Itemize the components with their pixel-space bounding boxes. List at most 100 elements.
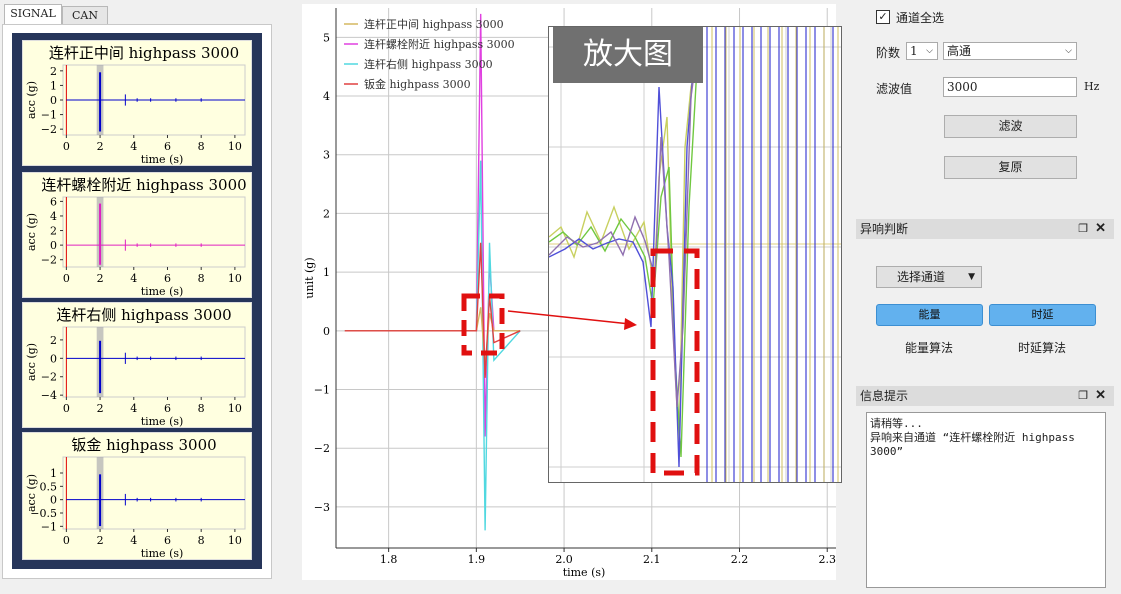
tab-can[interactable]: CAN <box>62 6 108 24</box>
x-tick-label: 2 <box>97 140 104 153</box>
y-tick-label: 2 <box>50 334 57 347</box>
y-tick-label: −3 <box>314 501 330 514</box>
x-tick-label: 2.2 <box>731 553 749 566</box>
energy-button[interactable]: 能量 <box>876 304 983 326</box>
y-axis-label: acc (g) <box>25 343 38 381</box>
y-tick-label: −1 <box>41 109 57 122</box>
filter-value-label: 滤波值 <box>876 82 913 96</box>
x-tick-label: 6 <box>164 272 171 285</box>
y-tick-label: −1 <box>314 384 330 397</box>
mini-plot-4: 钣金 highpass 3000 1 0.5 0 −0.5 −1 0 2 4 6 8 10 time (… <box>22 432 252 560</box>
x-tick-label: 2 <box>97 272 104 285</box>
mini-plot-title: 钣金 highpass 3000 <box>71 436 216 454</box>
mini-plot-title: 连杆正中间 highpass 3000 <box>49 44 239 62</box>
y-tick-label: 0 <box>50 352 57 365</box>
y-tick-label: 1 <box>50 467 57 480</box>
close-icon[interactable]: ✕ <box>1095 219 1106 239</box>
tab-signal[interactable]: SIGNAL <box>4 4 62 25</box>
x-tick-label: 2.0 <box>555 553 573 566</box>
x-tick-label: 2 <box>97 534 104 547</box>
channel-select-label: 选择通道 <box>897 270 946 284</box>
select-all-row[interactable]: ✓ 通道全选 <box>876 8 1106 28</box>
y-axis-label: acc (g) <box>25 81 38 119</box>
x-tick-label: 4 <box>130 534 137 547</box>
unit-label: Hz <box>1084 80 1100 93</box>
x-tick-label: 6 <box>164 140 171 153</box>
x-tick-label: 2.3 <box>818 553 836 566</box>
mini-plot-area <box>62 196 246 268</box>
restore-window-icon[interactable]: ❐ <box>1078 219 1088 239</box>
filter-type-select[interactable]: 高通 ⌵ <box>943 42 1077 60</box>
x-tick-label: 1.9 <box>468 553 486 566</box>
tab-bar: SIGNAL CAN <box>4 4 274 25</box>
filter-type-value: 高通 <box>947 44 972 58</box>
order-label: 阶数 <box>876 46 901 60</box>
y-tick-label: 2 <box>50 65 57 78</box>
channel-select[interactable]: 选择通道 ▼ <box>876 266 982 288</box>
legend-label: 钣金 highpass 3000 <box>364 77 471 91</box>
x-tick-label: 0 <box>63 402 70 415</box>
abnormal-dock-header: 异响判断 ❐ ✕ <box>856 219 1114 239</box>
y-axis-label: acc (g) <box>25 474 38 512</box>
x-tick-label: 4 <box>130 272 137 285</box>
y-tick-label: −1 <box>41 520 57 533</box>
mini-plot-1: 连杆正中间 highpass 3000 2 1 0 −1 −2 0 2 4 6 8 10 time (s… <box>22 40 252 166</box>
filter-value-text: 3000 <box>947 80 978 94</box>
order-select[interactable]: 1 ⌵ <box>906 42 938 60</box>
mini-plot-title: 连杆螺栓附近 highpass 3000 <box>41 176 246 194</box>
info-line: 异响来自通道 “连杆螺栓附近 highpass <box>870 431 1075 444</box>
zoom-trace <box>549 66 698 458</box>
select-all-label: 通道全选 <box>896 11 945 25</box>
x-tick-label: 4 <box>130 402 137 415</box>
x-tick-label: 0 <box>63 272 70 285</box>
x-tick-label: 10 <box>228 272 242 285</box>
filter-value-input[interactable]: 3000 <box>943 77 1077 97</box>
restore-window-icon[interactable]: ❐ <box>1078 386 1088 406</box>
x-axis-label: time (s) <box>141 547 184 560</box>
y-tick-label: 1 <box>323 266 330 279</box>
mini-plot-2: 连杆螺栓附近 highpass 3000 6 4 2 0 −2 0 2 4 6 8 10 time (s… <box>22 172 252 298</box>
legend-label: 连杆右侧 highpass 3000 <box>364 57 493 71</box>
checkbox-checked-icon[interactable]: ✓ <box>876 10 890 24</box>
info-line: 请稍等... <box>870 417 923 430</box>
y-tick-label: −2 <box>41 371 57 384</box>
mini-plot-area <box>62 326 246 398</box>
x-tick-label: 10 <box>228 534 242 547</box>
y-tick-label: 0 <box>50 94 57 107</box>
zoom-inset: 放大图 <box>548 26 842 483</box>
info-textbox[interactable]: 请稍等... 异响来自通道 “连杆螺栓附近 highpass 3000” <box>866 412 1106 588</box>
info-line: 3000” <box>870 445 904 458</box>
y-tick-label: 6 <box>50 195 57 208</box>
abnormal-dock-title: 异响判断 <box>860 222 909 236</box>
y-tick-label: 0 <box>50 494 57 507</box>
zoom-label: 放大图 <box>553 27 703 83</box>
delay-button[interactable]: 时延 <box>989 304 1096 326</box>
y-tick-label: 4 <box>323 90 330 103</box>
close-icon[interactable]: ✕ <box>1095 386 1106 406</box>
x-tick-label: 4 <box>130 140 137 153</box>
y-tick-label: 1 <box>50 79 57 92</box>
y-tick-label: 0 <box>50 239 57 252</box>
order-value: 1 <box>910 44 918 58</box>
y-tick-label: 2 <box>50 225 57 238</box>
zoom-trace <box>549 46 696 468</box>
restore-button[interactable]: 复原 <box>944 156 1077 179</box>
energy-algo-label: 能量算法 <box>905 341 954 355</box>
x-tick-label: 1.8 <box>380 553 398 566</box>
mini-plot-title: 连杆右侧 highpass 3000 <box>56 306 231 324</box>
x-tick-label: 8 <box>198 140 205 153</box>
x-tick-label: 2.1 <box>643 553 661 566</box>
x-tick-label: 6 <box>164 402 171 415</box>
delay-algo-label: 时延算法 <box>1018 341 1067 355</box>
y-tick-label: −4 <box>41 389 57 402</box>
x-axis-label: time (s) <box>141 285 184 298</box>
x-tick-label: 6 <box>164 534 171 547</box>
x-axis-label: time (s) <box>141 153 184 166</box>
y-tick-label: −2 <box>314 442 330 455</box>
x-axis-label: time (s) <box>563 566 606 579</box>
y-axis-label: acc (g) <box>25 213 38 251</box>
legend-label: 连杆正中间 highpass 3000 <box>364 17 504 31</box>
series-line <box>344 160 521 531</box>
x-tick-label: 8 <box>198 272 205 285</box>
filter-button[interactable]: 滤波 <box>944 115 1077 138</box>
